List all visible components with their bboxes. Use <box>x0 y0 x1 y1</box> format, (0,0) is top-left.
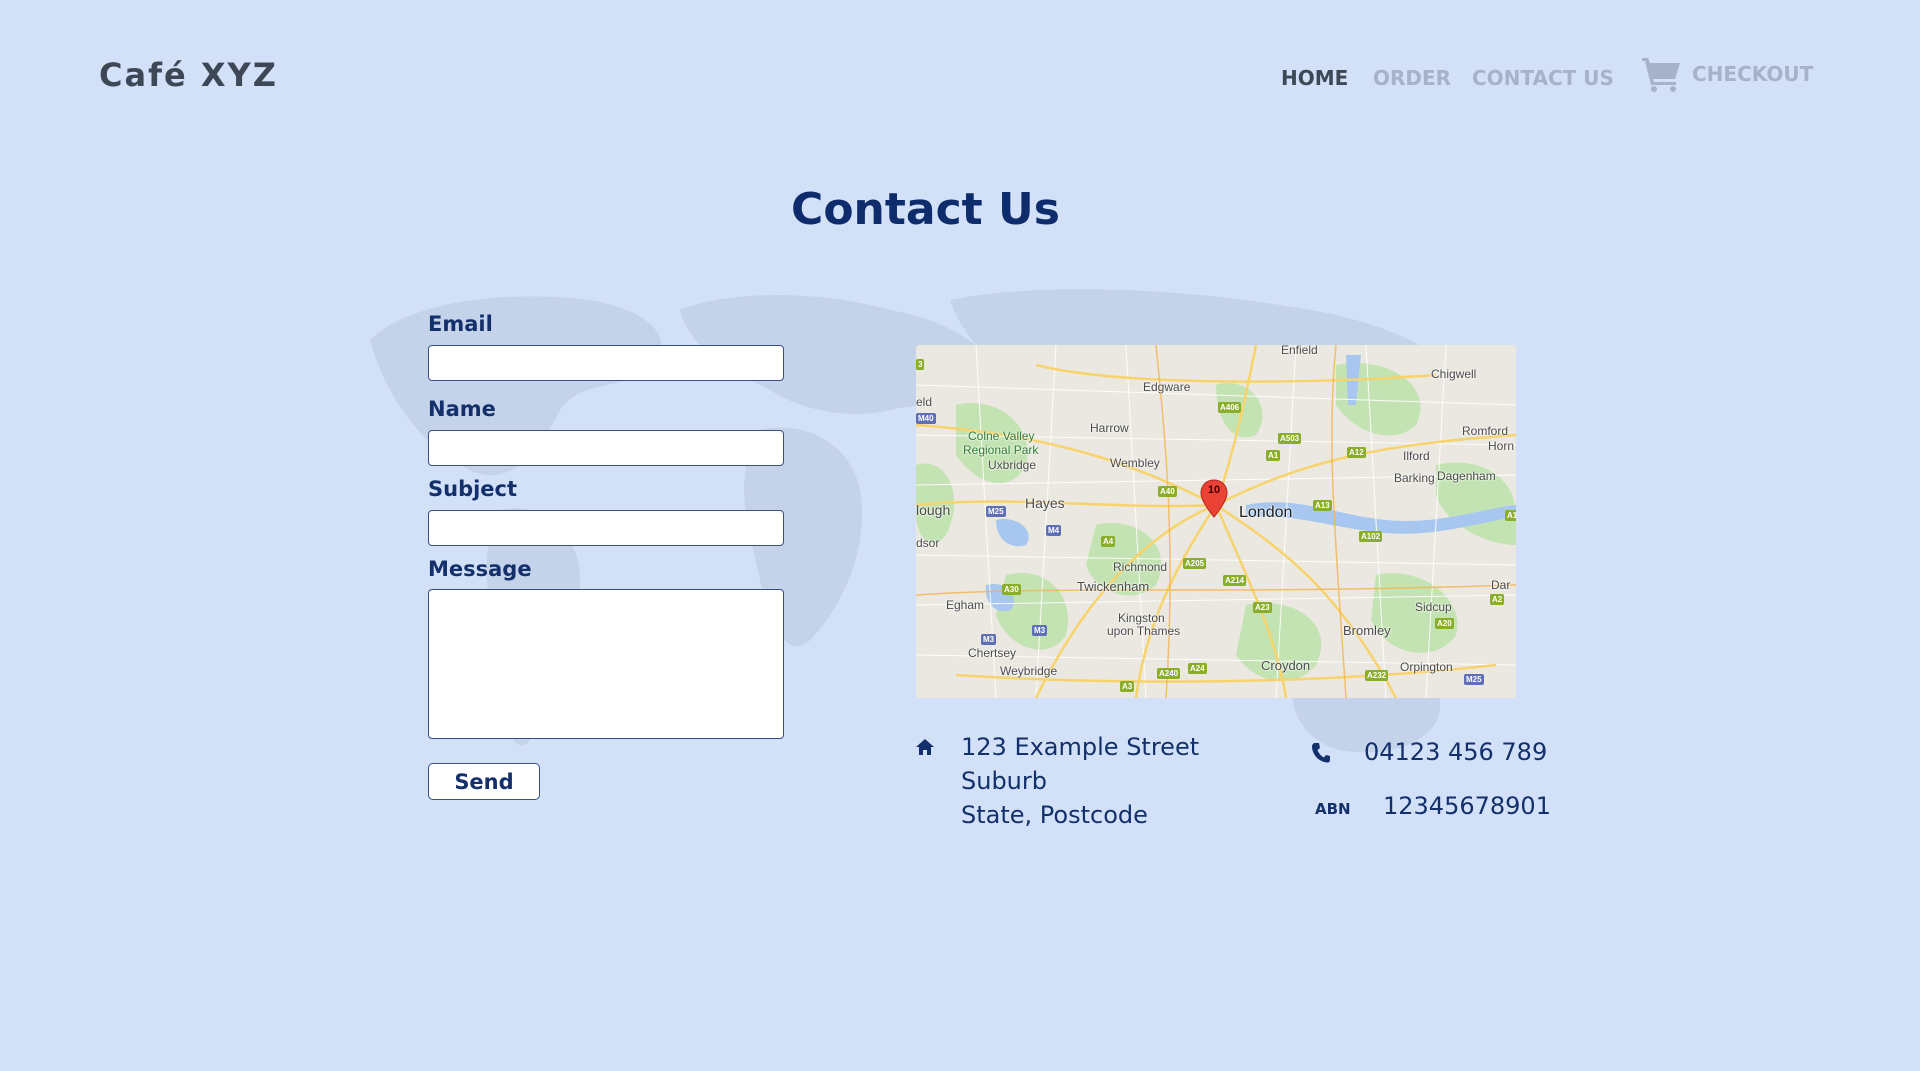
map-place-edgware: Edgware <box>1143 380 1191 394</box>
name-field[interactable] <box>428 430 784 466</box>
abn-value: 12345678901 <box>1383 792 1551 820</box>
map-place-windsor: dsor <box>916 536 940 550</box>
map-road-a24: A24 <box>1188 663 1207 674</box>
map-road-a4: A4 <box>1101 536 1116 547</box>
map-road-west-edge: 3 <box>916 359 925 370</box>
map-road-a240: A240 <box>1157 668 1181 679</box>
nav-checkout[interactable]: CHECKOUT <box>1640 55 1813 93</box>
map-place-upon-thames: upon Thames <box>1107 624 1181 638</box>
page-title: Contact Us <box>791 184 1060 235</box>
map-place-dagenham: Dagenham <box>1437 469 1496 483</box>
map-place-ilford: Ilford <box>1403 449 1430 463</box>
map-place-london: London <box>1239 504 1293 521</box>
address-line-state: State, Postcode <box>961 801 1148 829</box>
map-place-sidcup: Sidcup <box>1415 600 1452 614</box>
map-road-a102: A102 <box>1359 531 1383 542</box>
map-road-a1: A1 <box>1266 450 1281 461</box>
map-place-harrow: Harrow <box>1090 421 1129 435</box>
map-place-bromley: Bromley <box>1343 623 1391 638</box>
map-road-a205: A205 <box>1183 558 1207 569</box>
map-place-orpington: Orpington <box>1400 660 1453 674</box>
map-road-a232: A232 <box>1365 670 1389 681</box>
map-place-uxbridge: Uxbridge <box>988 458 1037 472</box>
phone-number[interactable]: 04123 456 789 <box>1364 738 1547 766</box>
map-road-m4: M4 <box>1046 525 1062 536</box>
subject-field[interactable] <box>428 510 784 546</box>
nav-checkout-label: CHECKOUT <box>1692 62 1814 86</box>
map-road-a40: A40 <box>1158 486 1177 497</box>
map-road-a20: A20 <box>1435 618 1454 629</box>
map-road-a503: A503 <box>1278 433 1302 444</box>
abn-label: ABN <box>1315 800 1351 818</box>
map-road-a30: A30 <box>1002 584 1021 595</box>
map-road-a214: A214 <box>1223 575 1247 586</box>
map-road-a23: A23 <box>1253 602 1272 613</box>
map-place-richmond: Richmond <box>1113 560 1168 574</box>
nav-order[interactable]: ORDER <box>1373 66 1451 90</box>
map-place-egham: Egham <box>946 598 985 612</box>
phone-icon <box>1312 743 1330 763</box>
shopping-cart-icon <box>1642 58 1680 92</box>
map-place-hayes: Hayes <box>1025 495 1065 511</box>
map-road-a406: A406 <box>1218 402 1242 413</box>
map-place-dartford: Dar <box>1491 578 1511 592</box>
subject-label: Subject <box>428 477 518 501</box>
map-place-kingston: Kingston <box>1118 611 1165 625</box>
map-place-chigwell: Chigwell <box>1431 367 1477 381</box>
map-place-twickenham: Twickenham <box>1077 579 1150 594</box>
map-place-weybridge: Weybridge <box>1000 664 1058 678</box>
map-place-edge: eld <box>916 395 933 409</box>
brand-logo[interactable]: Café XYZ <box>99 56 278 94</box>
map-place-horn: Horn <box>1488 439 1515 453</box>
message-label: Message <box>428 557 532 581</box>
map-road-a12: A12 <box>1347 447 1366 458</box>
map-road-a13: A13 <box>1313 500 1332 511</box>
map-marker[interactable]: 10 <box>1200 479 1228 519</box>
nav-contact-us[interactable]: CONTACT US <box>1472 66 1614 90</box>
map-place-enfield: Enfield <box>1281 345 1318 357</box>
map-place-barking: Barking <box>1394 471 1435 485</box>
map-road-m25-west: M25 <box>986 506 1006 517</box>
location-map[interactable]: Enfield Chigwell Edgware Harrow Romford … <box>916 345 1516 698</box>
address-line-suburb: Suburb <box>961 767 1047 795</box>
map-road-m40: M40 <box>916 413 936 424</box>
address-line-street: 123 Example Street <box>961 733 1200 761</box>
map-road-a2: A2 <box>1490 594 1505 605</box>
send-button[interactable]: Send <box>428 763 540 800</box>
map-place-romford: Romford <box>1462 424 1509 438</box>
map-road-m3: M3 <box>981 634 997 645</box>
nav-home[interactable]: HOME <box>1281 66 1348 90</box>
map-road-m3-b: M3 <box>1032 625 1048 636</box>
map-pin-label: 10 <box>1207 484 1221 496</box>
email-field[interactable] <box>428 345 784 381</box>
map-road-a1-east: A1 <box>1505 510 1516 521</box>
name-label: Name <box>428 397 496 421</box>
map-road-a3: A3 <box>1120 681 1135 692</box>
map-place-wembley: Wembley <box>1110 456 1160 470</box>
map-place-colne-valley: Colne Valley <box>968 429 1035 443</box>
email-label: Email <box>428 312 493 336</box>
map-place-regional-park: Regional Park <box>963 443 1039 457</box>
map-place-chertsey: Chertsey <box>968 646 1017 660</box>
message-field[interactable] <box>428 589 784 739</box>
map-road-m25-east: M25 <box>1464 674 1484 685</box>
map-place-croydon: Croydon <box>1261 658 1311 673</box>
home-icon <box>916 739 934 755</box>
map-place-slough: lough <box>916 502 951 518</box>
